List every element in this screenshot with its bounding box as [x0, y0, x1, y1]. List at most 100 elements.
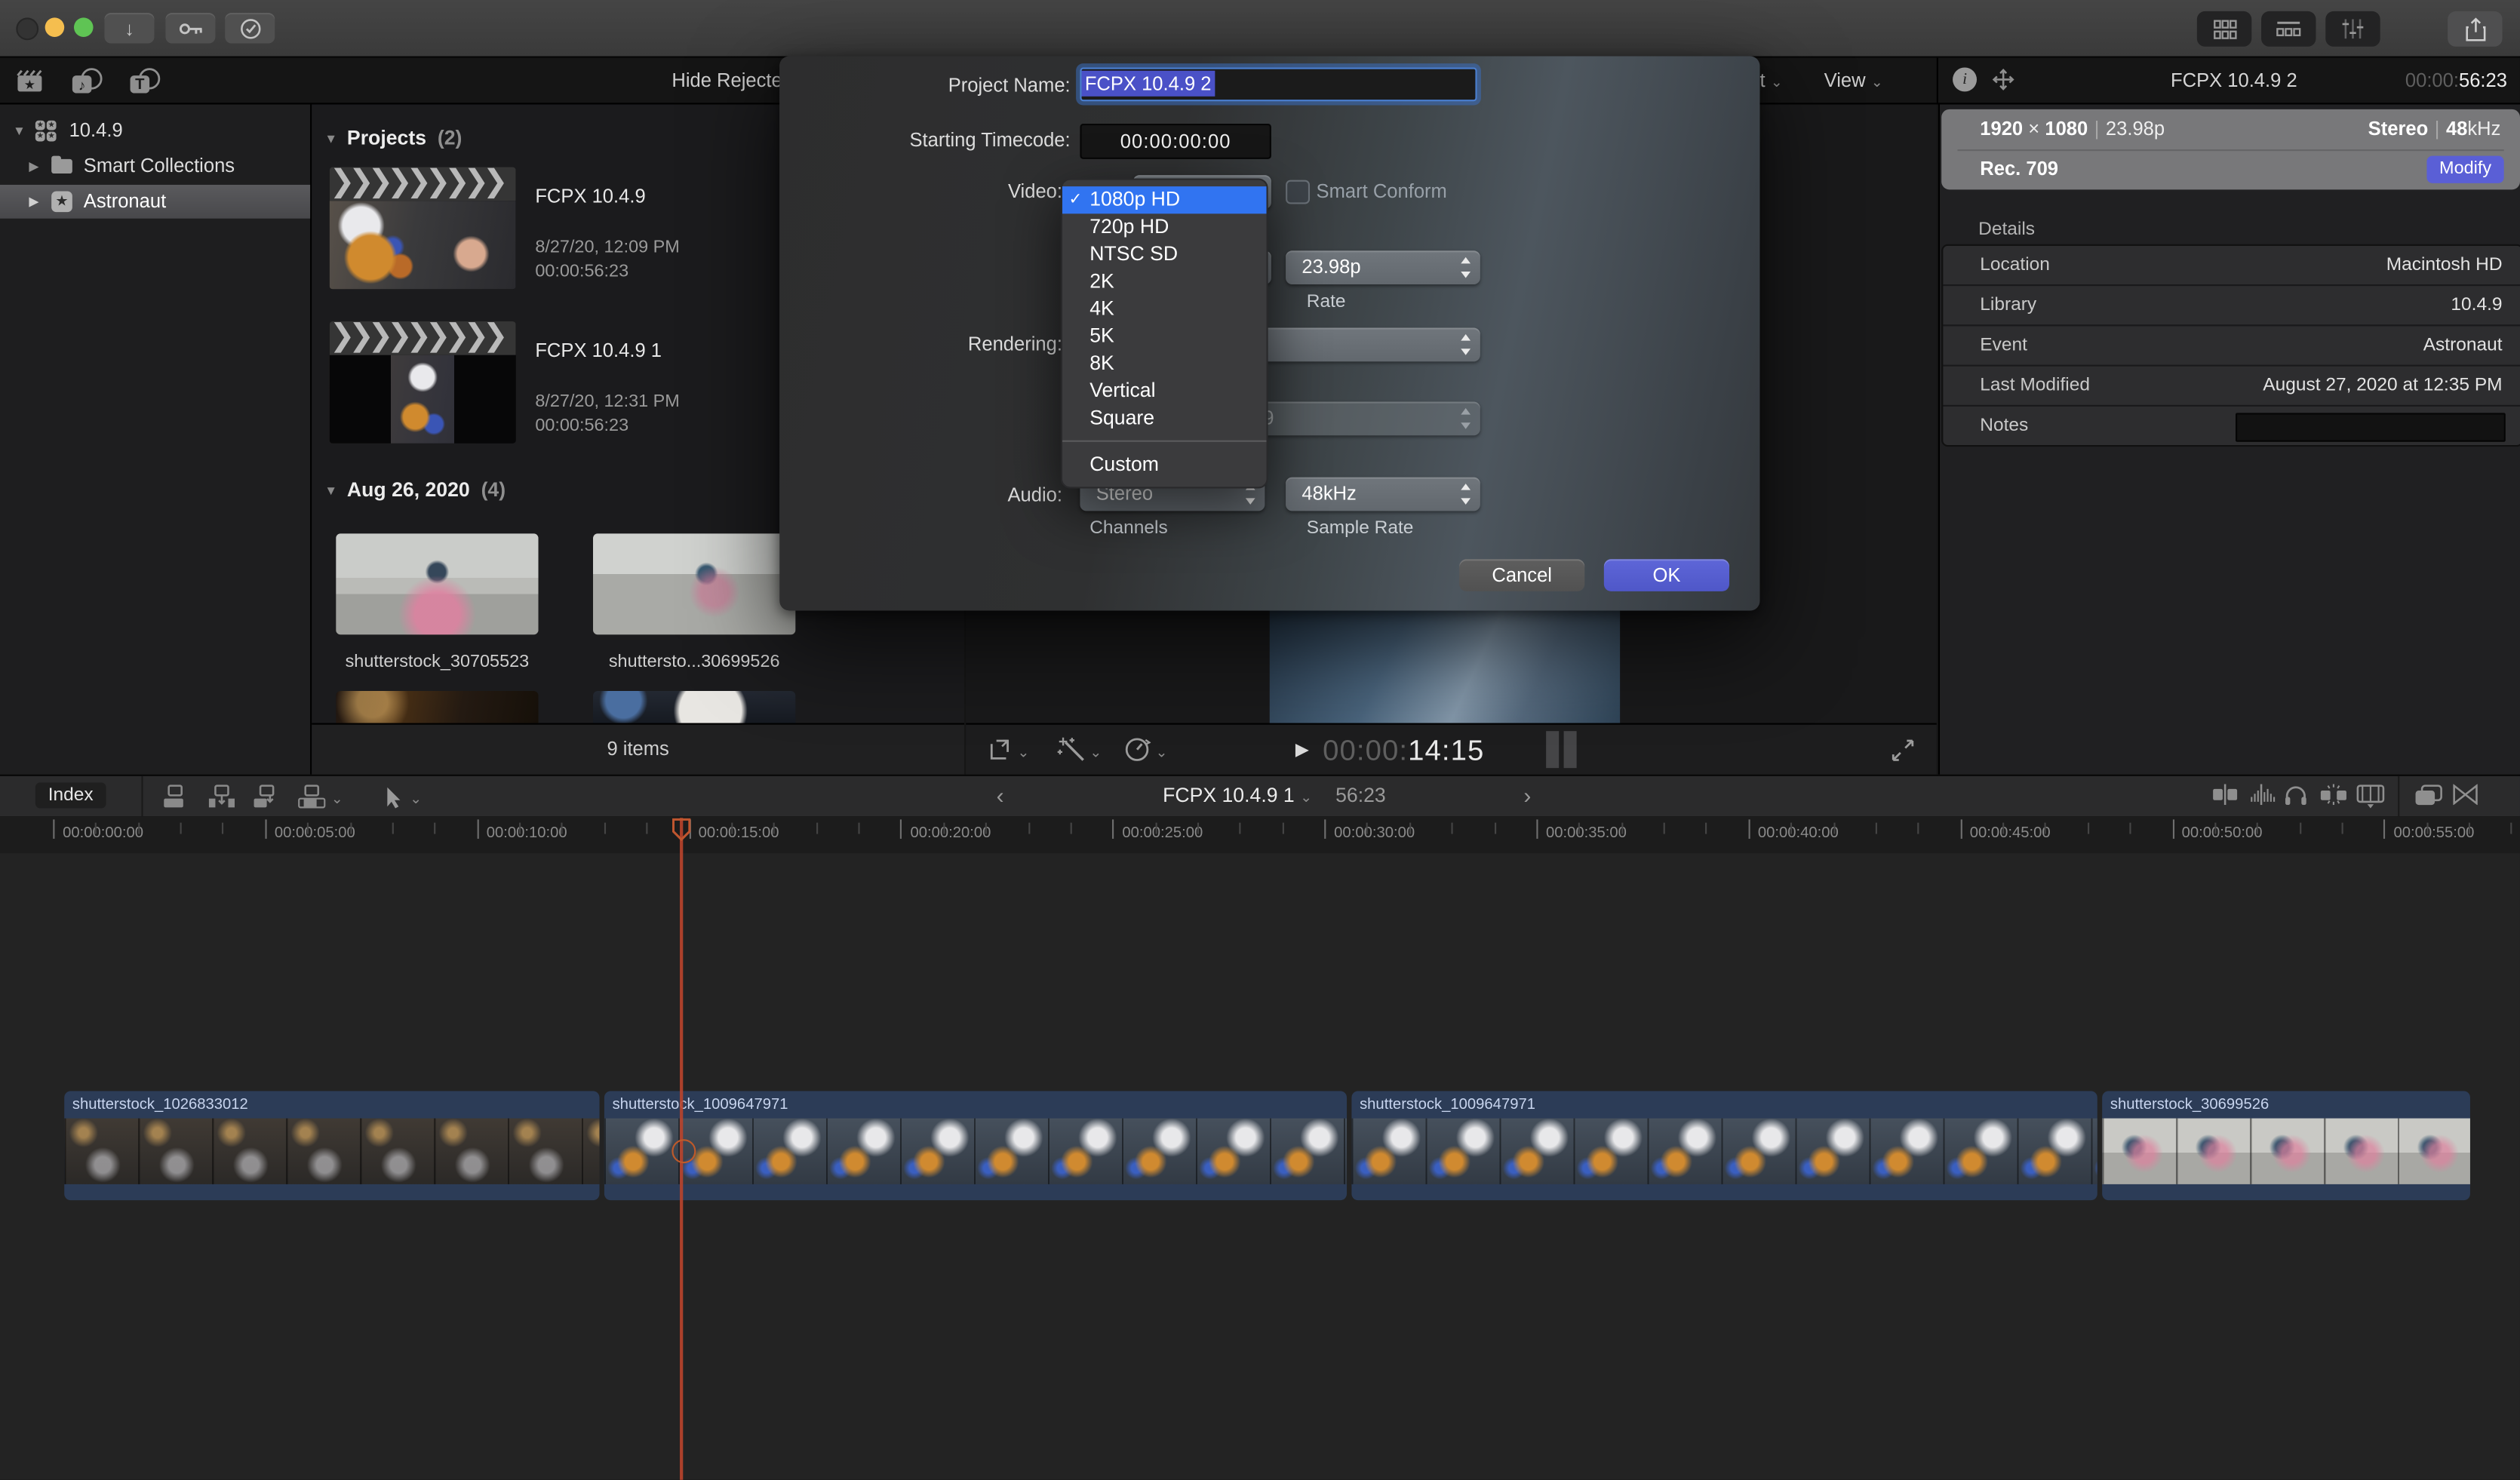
ruler-minor-tick: [1070, 823, 1071, 834]
browser-view-button[interactable]: [2197, 11, 2251, 47]
timeline-clip[interactable]: shutterstock_1009647971: [604, 1091, 1347, 1200]
chevron-down-icon[interactable]: ⌄: [331, 791, 343, 808]
clip-thumbnail[interactable]: [593, 533, 795, 634]
project-thumbnail-image: [330, 201, 516, 289]
audio-skimming-icon[interactable]: [2250, 784, 2276, 805]
photos-audio-tab-icon[interactable]: ♪: [71, 67, 103, 94]
clip-appearance-icon[interactable]: [2356, 784, 2385, 808]
viewer-timecode[interactable]: 00:00:14:15: [1323, 734, 1484, 768]
ruler-minor-tick: [2130, 823, 2131, 834]
starting-timecode-input[interactable]: 00:00:00:00: [1080, 124, 1271, 159]
project-thumbnail[interactable]: ❯❯❯❯❯❯❯❯❯: [330, 321, 516, 444]
project-name-input[interactable]: FCPX 10.4.9 2: [1080, 67, 1477, 101]
import-media-button[interactable]: ↓: [104, 13, 154, 43]
disclosure-open-icon[interactable]: ▼: [324, 484, 337, 498]
clip-thumbnail[interactable]: [593, 691, 795, 723]
disclosure-closed-icon[interactable]: ▶: [29, 185, 38, 219]
sidebar-item-library[interactable]: ▼ ★★★★ 10.4.9: [0, 114, 310, 148]
clapperboard-tab-icon[interactable]: ★: [16, 69, 43, 94]
project-thumbnail[interactable]: ❯❯❯❯❯❯❯❯❯: [330, 167, 516, 290]
view-popup[interactable]: View ⌄: [1824, 58, 1883, 105]
menu-item[interactable]: Square: [1062, 405, 1267, 432]
modify-button[interactable]: Modify: [2426, 156, 2503, 183]
timeline-clip-name: shutterstock_30699526: [2102, 1091, 2470, 1118]
snapping-icon[interactable]: [2319, 784, 2348, 805]
ruler-minor-tick: [773, 823, 775, 834]
sidebar-item-smart-collections[interactable]: ▶ Smart Collections: [0, 149, 310, 183]
playhead-marker-icon[interactable]: [671, 818, 691, 842]
trim-icon[interactable]: [2211, 784, 2239, 805]
inspector-panel: 1920 × 1080|23.98p Stereo|48kHz Rec. 709…: [1938, 104, 2520, 774]
menu-item[interactable]: ✓1080p HD: [1062, 186, 1267, 213]
menu-item-custom[interactable]: Custom: [1062, 452, 1267, 479]
overwrite-edit-icon[interactable]: [297, 784, 326, 808]
timeline-project-popup[interactable]: FCPX 10.4.9 1 ⌄: [1109, 776, 1366, 818]
transitions-browser-icon[interactable]: [2453, 784, 2479, 805]
enhancements-popup[interactable]: [1058, 736, 1086, 763]
ruler-tick-label: 00:00:20:00: [910, 824, 991, 842]
append-edit-icon[interactable]: [252, 784, 281, 808]
timeline-view-button[interactable]: [2261, 11, 2316, 47]
chevron-down-icon[interactable]: ⌄: [410, 791, 422, 808]
disclosure-open-icon[interactable]: ▼: [324, 132, 337, 146]
keyword-editor-button[interactable]: [165, 13, 215, 43]
titles-generators-tab-icon[interactable]: T: [128, 67, 161, 94]
effects-browser-icon[interactable]: [2414, 784, 2442, 806]
chevron-down-icon: ⌄: [1156, 744, 1168, 761]
clip-thumbnail[interactable]: [336, 691, 538, 723]
retime-popup[interactable]: [1123, 736, 1151, 762]
transform-move-icon[interactable]: [1991, 67, 2015, 91]
notes-input[interactable]: [2236, 412, 2506, 441]
menu-item[interactable]: 720p HD: [1062, 213, 1267, 241]
sidebar-item-astronaut[interactable]: ▶ ★ Astronaut: [0, 185, 310, 219]
filter-popup[interactable]: Hide Rejected: [671, 58, 793, 103]
timeline-clip[interactable]: shutterstock_1026833012: [64, 1091, 599, 1200]
projects-group-header[interactable]: ▼Projects (2): [324, 127, 462, 149]
timeline-clip[interactable]: shutterstock_1009647971: [1351, 1091, 2097, 1200]
sample-rate-popup[interactable]: 48kHz: [1286, 477, 1480, 511]
zoom-button[interactable]: [74, 17, 94, 37]
timeline-ruler[interactable]: 00:00:00:0000:00:05:0000:00:10:0000:00:1…: [0, 816, 2520, 853]
previous-project-button[interactable]: ‹: [997, 776, 1004, 815]
menu-item[interactable]: NTSC SD: [1062, 241, 1267, 269]
menu-item[interactable]: Vertical: [1062, 378, 1267, 405]
index-button[interactable]: Index: [35, 782, 106, 808]
background-tasks-button[interactable]: [225, 13, 275, 43]
play-button[interactable]: ▶: [1295, 739, 1309, 760]
ruler-minor-tick: [1155, 823, 1157, 834]
minimize-button[interactable]: [45, 17, 65, 37]
menu-item[interactable]: 4K: [1062, 296, 1267, 323]
next-project-button[interactable]: ›: [1523, 776, 1531, 815]
smart-conform-checkbox[interactable]: [1286, 180, 1310, 204]
timeline-clip[interactable]: shutterstock_30699526: [2102, 1091, 2470, 1200]
audio-meter-right[interactable]: [1564, 731, 1577, 768]
cancel-button[interactable]: Cancel: [1459, 559, 1584, 591]
solo-headphones-icon[interactable]: [2284, 784, 2308, 805]
share-button[interactable]: [2448, 11, 2502, 47]
media-group-header[interactable]: ▼Aug 26, 2020 (4): [324, 479, 506, 502]
timeline-body[interactable]: shutterstock_1026833012shutterstock_1009…: [0, 853, 2520, 1480]
transform-tools-popup[interactable]: [985, 736, 1013, 762]
close-button[interactable]: [16, 17, 38, 40]
project-name[interactable]: FCPX 10.4.9: [535, 185, 645, 207]
connect-edit-icon[interactable]: [162, 784, 191, 808]
rate-popup[interactable]: 23.98p: [1286, 250, 1480, 284]
audio-meter-left[interactable]: [1546, 731, 1559, 768]
insert-edit-icon[interactable]: [207, 784, 236, 808]
project-name[interactable]: FCPX 10.4.9 1: [535, 339, 662, 361]
disclosure-open-icon[interactable]: ▼: [13, 114, 26, 148]
menu-separator: [1062, 441, 1267, 442]
disclosure-closed-icon[interactable]: ▶: [29, 149, 38, 183]
starting-timecode-label: Starting Timecode:: [779, 128, 1071, 151]
menu-item[interactable]: 2K: [1062, 269, 1267, 296]
details-label: Event: [1980, 326, 2027, 364]
menu-item[interactable]: 8K: [1062, 350, 1267, 377]
fullscreen-expand-icon[interactable]: [1892, 739, 1914, 762]
clip-thumbnail[interactable]: [336, 533, 538, 634]
menu-item[interactable]: 5K: [1062, 323, 1267, 350]
ok-button[interactable]: OK: [1604, 559, 1729, 591]
timeline-project-duration: 56:23: [1335, 776, 1386, 816]
inspector-toggle-button[interactable]: [2325, 11, 2380, 47]
select-tool-icon[interactable]: [386, 786, 403, 809]
info-icon[interactable]: i: [1953, 67, 1977, 91]
